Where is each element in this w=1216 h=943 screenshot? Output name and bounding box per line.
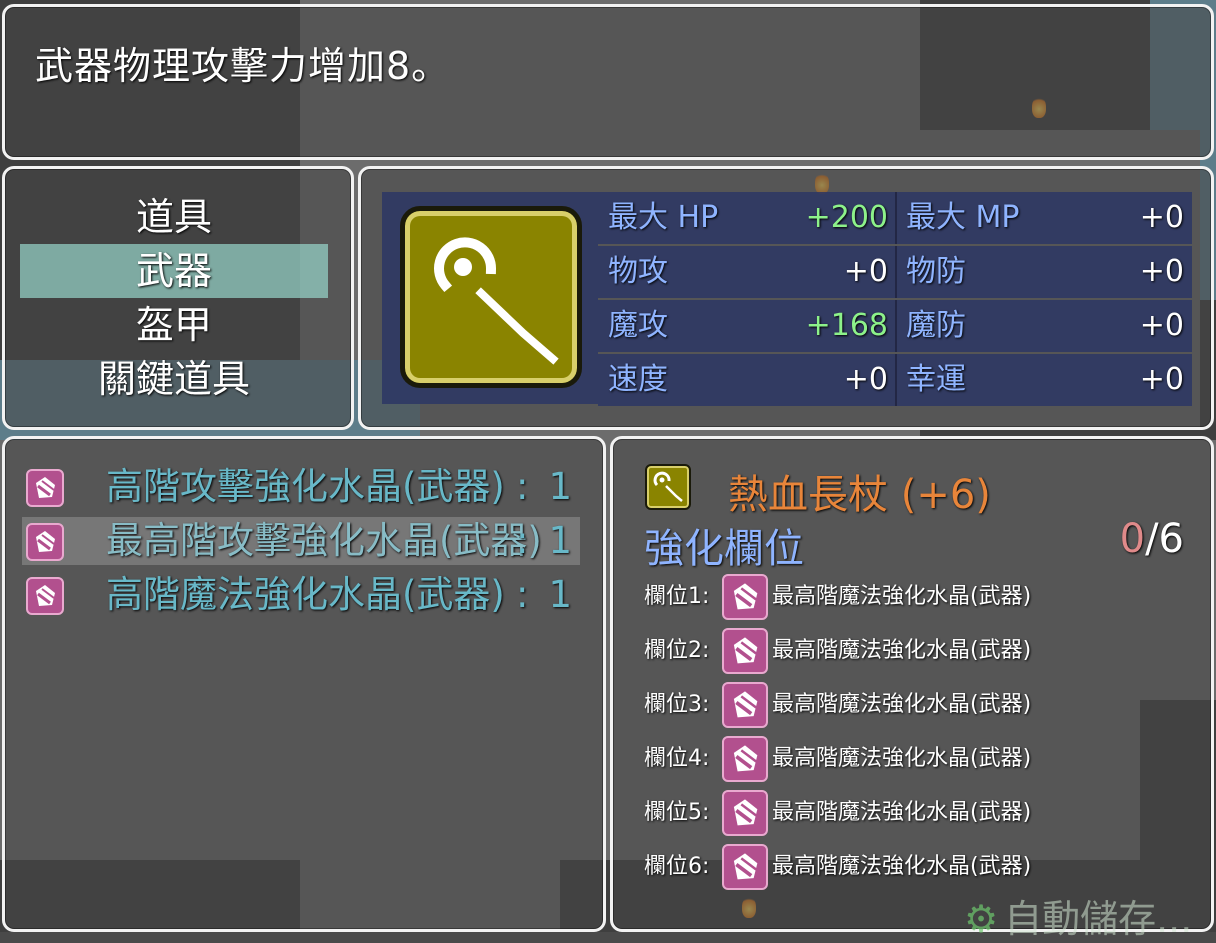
stat-divider xyxy=(895,192,897,244)
slot-row: 欄位3: 最高階魔法強化水晶(武器) xyxy=(644,680,1184,730)
stat-label: 最大 HP xyxy=(608,200,719,235)
slot-row: 欄位4: 最高階魔法強化水晶(武器) xyxy=(644,734,1184,784)
stat-value: +0 xyxy=(1139,200,1184,235)
category-weapons[interactable]: 武器 xyxy=(20,244,328,298)
crystal-icon xyxy=(26,469,64,507)
stat-label: 魔攻 xyxy=(608,308,668,343)
staff-icon xyxy=(400,206,582,388)
stat-row: 魔攻 +168 魔防 +0 xyxy=(598,300,1192,352)
stat-row: 最大 HP +200 最大 MP +0 xyxy=(598,192,1192,244)
stat-divider xyxy=(895,246,897,298)
crystal-icon xyxy=(722,790,768,836)
stat-value: +200 xyxy=(805,200,888,235)
slot-label: 欄位6: xyxy=(644,854,710,879)
slot-label: 欄位1: xyxy=(644,584,710,609)
slot-label: 欄位3: xyxy=(644,692,710,717)
slot-row: 欄位6: 最高階魔法強化水晶(武器) xyxy=(644,842,1184,892)
list-item-count: :1 xyxy=(515,519,572,562)
staff-icon xyxy=(645,464,691,510)
slot-label: 欄位5: xyxy=(644,800,710,825)
stat-divider xyxy=(895,300,897,352)
stat-value: +0 xyxy=(843,254,888,289)
stat-divider xyxy=(895,354,897,406)
list-item-count: :1 xyxy=(515,573,572,616)
crystal-icon xyxy=(26,577,64,615)
item-description: 武器物理攻擊力增加8。 xyxy=(35,44,451,88)
stat-row: 速度 +0 幸運 +0 xyxy=(598,354,1192,406)
slot-label: 欄位4: xyxy=(644,746,710,771)
slot-item-name: 最高階魔法強化水晶(武器) xyxy=(772,584,1032,609)
category-items[interactable]: 道具 xyxy=(20,190,328,244)
list-item-name: 最高階攻擊強化水晶(武器) xyxy=(106,519,542,562)
help-window: 武器物理攻擊力增加8。 xyxy=(2,4,1214,160)
weapon-name: 熱血長杖 (+6) xyxy=(728,472,991,518)
crystal-icon xyxy=(722,628,768,674)
list-item-count: :1 xyxy=(515,465,572,508)
autosave-text: 自動儲存... xyxy=(1004,897,1193,941)
list-item[interactable]: 高階攻擊強化水晶(武器) :1 xyxy=(22,463,580,511)
stat-value: +0 xyxy=(1139,254,1184,289)
slot-item-name: 最高階魔法強化水晶(武器) xyxy=(772,854,1032,879)
slot-item-name: 最高階魔法強化水晶(武器) xyxy=(772,746,1032,771)
category-key-items[interactable]: 關鍵道具 xyxy=(20,352,328,406)
slot-item-name: 最高階魔法強化水晶(武器) xyxy=(772,692,1032,717)
category-armor[interactable]: 盔甲 xyxy=(20,298,328,352)
autosave-indicator: ⚙ 自動儲存... xyxy=(964,888,1192,943)
crystal-icon xyxy=(722,682,768,728)
gear-icon: ⚙ xyxy=(964,897,999,941)
crystal-icon xyxy=(722,574,768,620)
slot-title: 強化欄位 xyxy=(644,526,804,572)
list-item-name: 高階攻擊強化水晶(武器) xyxy=(106,465,505,508)
stat-label: 物防 xyxy=(906,254,966,289)
slot-row: 欄位5: 最高階魔法強化水晶(武器) xyxy=(644,788,1184,838)
slot-row: 欄位1: 最高階魔法強化水晶(武器) xyxy=(644,572,1184,622)
list-item[interactable]: 最高階攻擊強化水晶(武器) :1 xyxy=(22,517,580,565)
slot-label: 欄位2: xyxy=(644,638,710,663)
stat-value: +168 xyxy=(805,308,888,343)
stat-row: 物攻 +0 物防 +0 xyxy=(598,246,1192,298)
slot-used: 0 xyxy=(1119,516,1146,562)
slot-item-name: 最高階魔法強化水晶(武器) xyxy=(772,800,1032,825)
slot-count: 0/6 xyxy=(1100,516,1184,562)
stat-label: 物攻 xyxy=(608,254,668,289)
list-item-name: 高階魔法強化水晶(武器) xyxy=(106,573,505,616)
list-item[interactable]: 高階魔法強化水晶(武器) :1 xyxy=(22,571,580,619)
stat-label: 魔防 xyxy=(906,308,966,343)
stat-value: +0 xyxy=(1139,308,1184,343)
crystal-icon xyxy=(26,523,64,561)
crystal-icon xyxy=(722,844,768,890)
stat-value: +0 xyxy=(1139,362,1184,397)
stat-label: 幸運 xyxy=(906,362,966,397)
slot-item-name: 最高階魔法強化水晶(武器) xyxy=(772,638,1032,663)
slot-row: 欄位2: 最高階魔法強化水晶(武器) xyxy=(644,626,1184,676)
crystal-icon xyxy=(722,736,768,782)
slot-total: /6 xyxy=(1145,516,1184,562)
stat-value: +0 xyxy=(843,362,888,397)
stat-label: 最大 MP xyxy=(906,200,1020,235)
stat-label: 速度 xyxy=(608,362,668,397)
